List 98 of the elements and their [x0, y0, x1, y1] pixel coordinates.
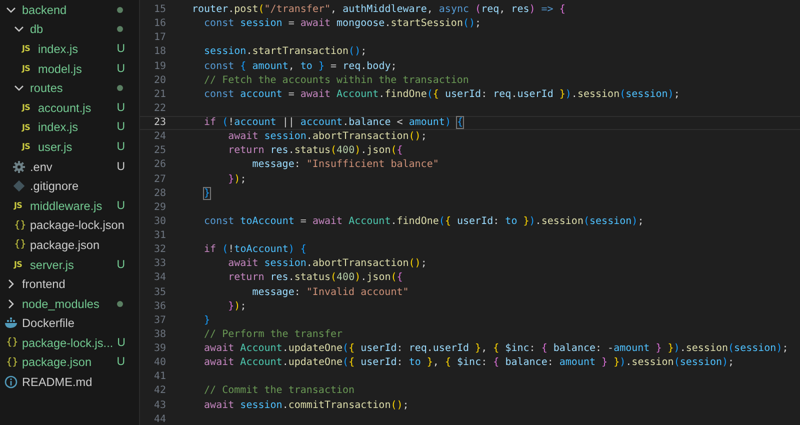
folder-item[interactable]: db	[0, 20, 139, 40]
line-number: 34	[152, 271, 166, 286]
js-icon: JS	[22, 44, 30, 54]
status-label: U	[116, 356, 125, 368]
code-line: const account = await Account.findOne({ userId: req.userId }).session(session);	[203, 88, 680, 102]
file-item[interactable]: README.md	[0, 372, 139, 392]
line-number: 25	[152, 144, 166, 158]
js-icon: JS	[22, 64, 30, 74]
code-line: const toAccount = await Account.findOne({ userId: to }).session(session);	[203, 214, 644, 229]
line-number: 41	[152, 370, 166, 384]
info-icon	[4, 375, 18, 390]
line-number: 40	[152, 356, 166, 370]
line-number: 31	[152, 229, 166, 243]
whale-icon	[4, 316, 18, 330]
status-label: U	[116, 121, 125, 134]
status-label: U	[116, 62, 125, 75]
line-number: 32	[152, 243, 166, 258]
file-item[interactable]: JS model.js U	[0, 58, 139, 78]
line-number: 23	[152, 117, 166, 130]
code-comment: // Commit the transaction	[203, 384, 355, 398]
code-line: return res.status(400).json({	[227, 144, 403, 158]
line-number: 22	[152, 102, 166, 116]
line-number: 24	[152, 130, 166, 144]
line-number: 15	[152, 3, 166, 17]
file-item[interactable]: {} package.json U	[0, 352, 139, 372]
code-line: await session.abortTransaction();	[227, 130, 427, 144]
braces-icon: {}	[14, 239, 26, 250]
code-line: }	[203, 186, 210, 201]
code-line: if (!account || account.balance < amount) {	[203, 117, 464, 130]
line-number: 27	[152, 172, 166, 186]
folder-item[interactable]: backend	[0, 0, 139, 20]
line-number: 43	[152, 398, 166, 412]
js-icon: JS	[22, 103, 30, 112]
line-number: 33	[152, 257, 166, 272]
line-number: 28	[152, 186, 166, 201]
code-line: });	[227, 300, 246, 314]
js-icon: JS	[14, 201, 22, 210]
line-number: 21	[152, 88, 166, 102]
code-comment: // Perform the transfer	[203, 328, 343, 342]
status-label: U	[116, 42, 125, 55]
status-label: U	[116, 258, 125, 271]
code-line: message: "Invalid account"	[251, 286, 409, 300]
file-item[interactable]: {} package.json	[0, 235, 139, 255]
status-label: U	[116, 160, 125, 173]
js-icon: JS	[14, 260, 22, 270]
line-number: 36	[152, 300, 166, 314]
braces-icon: {}	[6, 356, 18, 368]
code-line: const session = await mongoose.startSession();	[203, 17, 482, 32]
file-item[interactable]: JS user.js U	[0, 137, 139, 157]
file-item[interactable]: JS middleware.js U	[0, 196, 139, 216]
braces-icon: {}	[14, 220, 26, 231]
code-line: });	[227, 172, 246, 186]
code-line: await session.abortTransaction();	[227, 257, 427, 272]
line-number: 42	[152, 384, 166, 398]
braces-icon: {}	[6, 337, 18, 348]
js-icon: JS	[22, 142, 30, 152]
file-item[interactable]: {} package-lock.json	[0, 216, 139, 236]
line-number: 37	[152, 314, 166, 328]
code-line: const { amount, to } = req.body;	[203, 60, 397, 74]
file-item[interactable]: JS server.js U	[0, 254, 139, 274]
file-item[interactable]: JS index.js U	[0, 118, 139, 138]
file-item[interactable]: Dockerfile	[0, 314, 139, 334]
line-number: 44	[152, 412, 166, 425]
status-label: U	[116, 140, 125, 153]
line-number: 18	[152, 45, 166, 60]
folder-item[interactable]: routes	[0, 78, 139, 98]
code-line: await Account.updateOne({ userId: req.userId }, { $inc: { balance: -amount } }).session(session);	[203, 342, 788, 356]
gear-icon	[12, 160, 26, 174]
status-label: U	[116, 102, 125, 114]
line-number: 39	[152, 342, 166, 356]
line-number: 16	[152, 17, 166, 32]
code-line: await session.commitTransaction();	[203, 398, 409, 412]
file-item[interactable]: JS index.js U	[0, 39, 139, 59]
code-line: }	[203, 314, 210, 328]
folder-item[interactable]: frontend	[0, 274, 139, 294]
status-label: U	[117, 336, 126, 349]
code-line: router.post("/transfer", authMiddleware, async (req, res) => {	[192, 3, 566, 17]
line-number: 20	[152, 74, 166, 88]
line-number: 17	[152, 31, 166, 46]
folder-item[interactable]: node_modules	[0, 294, 139, 314]
line-number: 26	[152, 158, 166, 172]
code-line: return res.status(400).json({	[227, 271, 403, 286]
js-icon: JS	[22, 122, 30, 132]
file-item[interactable]: .gitignore	[0, 176, 139, 196]
code-line: session.startTransaction();	[203, 45, 367, 60]
status-label: U	[116, 200, 125, 212]
code-comment: // Fetch the accounts within the transaction	[203, 74, 469, 88]
file-item[interactable]: {} package-lock.js... U	[0, 333, 139, 353]
file-item[interactable]: .env U	[0, 156, 139, 176]
line-number: 38	[152, 328, 166, 342]
code-line: await Account.updateOne({ userId: to }, { $inc: { balance: amount } }).session(session);	[203, 356, 734, 370]
code-line: message: "Insufficient balance"	[251, 158, 439, 172]
code-line: if (!toAccount) {	[203, 243, 306, 258]
line-number: 30	[152, 214, 166, 229]
file-item[interactable]: JS account.js U	[0, 98, 139, 118]
line-number: 29	[152, 200, 166, 215]
line-number: 19	[152, 60, 166, 74]
line-number: 35	[152, 286, 166, 300]
